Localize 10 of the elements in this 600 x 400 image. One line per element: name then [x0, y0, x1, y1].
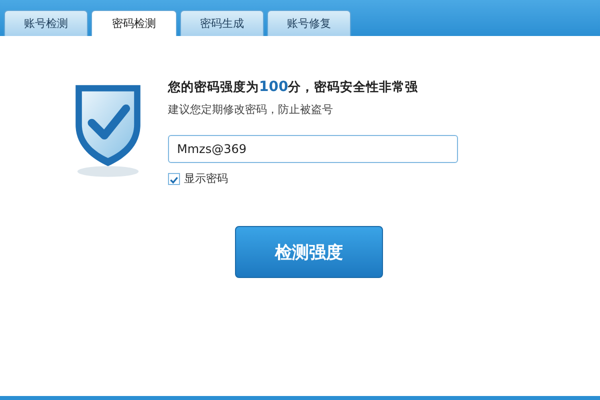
- tab[interactable]: 密码检测: [91, 10, 177, 36]
- checkbox[interactable]: [168, 172, 180, 184]
- tab[interactable]: 账号检测: [4, 10, 88, 36]
- check-strength-button[interactable]: 检测强度: [235, 226, 383, 278]
- tab[interactable]: 密码生成: [180, 10, 264, 36]
- strength-result: 您的密码强度为100分，密码安全性非常强: [168, 79, 418, 96]
- advice-text: 建议您定期修改密码，防止被盗号: [168, 102, 333, 117]
- tab[interactable]: 账号修复: [267, 10, 351, 36]
- show-password-label: 显示密码: [184, 171, 228, 186]
- password-field[interactable]: Mmzs@369: [168, 135, 458, 163]
